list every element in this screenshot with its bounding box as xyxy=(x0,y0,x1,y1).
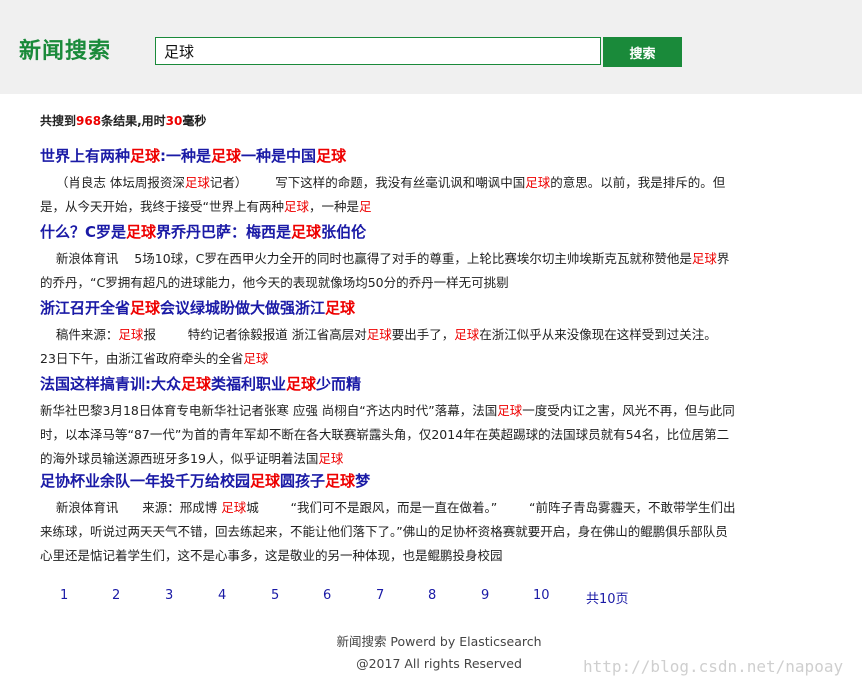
search-button[interactable]: 搜索 xyxy=(603,37,682,67)
result-snippet: 新华社巴黎3月18日体育专电新华社记者张寒 应强 尚栩自“齐达内时代”落幕，法国… xyxy=(40,399,740,471)
result-snippet: 稿件来源：足球报 特约记者徐毅报道 浙江省高层对足球要出手了，足球在浙江似乎从来… xyxy=(40,323,740,371)
title-text: 什么？C罗是 xyxy=(40,223,127,241)
result-title-link[interactable]: 足协杯业余队一年投千万给校园足球圆孩子足球梦 xyxy=(40,471,740,491)
keyword-highlight: 足球 xyxy=(291,223,322,241)
page-link-10[interactable]: 10 xyxy=(533,588,550,603)
result-item: 世界上有两种足球:一种是足球一种是中国足球 （肖良志 体坛周报资深足球记者） 写… xyxy=(40,146,740,219)
page-link-2[interactable]: 2 xyxy=(112,588,120,603)
title-text: 圆孩子 xyxy=(280,472,326,490)
keyword-highlight: 足 xyxy=(359,199,372,214)
title-text: 法国这样搞青训:大众 xyxy=(40,375,181,393)
search-input[interactable] xyxy=(155,37,601,65)
snippet-text: （肖良志 体坛周报资深 xyxy=(40,175,185,190)
snippet-text: 要出手了， xyxy=(391,327,455,342)
keyword-highlight: 足球 xyxy=(325,472,356,490)
result-snippet: 新浪体育讯 5场10球，C罗在西甲火力全开的同时也赢得了对手的尊重，上轮比赛埃尔… xyxy=(40,247,740,295)
title-text: 梦 xyxy=(355,472,371,490)
page-link-9[interactable]: 9 xyxy=(481,588,489,603)
keyword-highlight: 足球 xyxy=(181,375,212,393)
keyword-highlight: 足球 xyxy=(126,223,157,241)
result-item: 法国这样搞青训:大众足球类福利职业足球少而精 新华社巴黎3月18日体育专电新华社记… xyxy=(40,374,740,471)
elapsed-time: 30 xyxy=(165,114,183,128)
result-item: 什么？C罗是足球界乔丹巴萨：梅西是足球张伯伦 新浪体育讯 5场10球，C罗在西甲… xyxy=(40,222,740,295)
keyword-highlight: 足球 xyxy=(283,199,309,214)
keyword-highlight: 足球 xyxy=(325,299,356,317)
result-title-link[interactable]: 法国这样搞青训:大众足球类福利职业足球少而精 xyxy=(40,374,740,394)
keyword-highlight: 足球 xyxy=(184,175,210,190)
page-link-5[interactable]: 5 xyxy=(271,588,279,603)
snippet-text: ，一种是 xyxy=(309,199,360,214)
result-title-link[interactable]: 世界上有两种足球:一种是足球一种是中国足球 xyxy=(40,146,740,166)
watermark: http://blog.csdn.net/napoay xyxy=(583,657,844,676)
snippet-text: 新华社巴黎3月18日体育专电新华社记者张寒 应强 尚栩自“齐达内时代”落幕，法国 xyxy=(40,403,498,418)
title-text: 类福利职业 xyxy=(211,375,287,393)
title-text: 世界上有两种 xyxy=(40,147,131,165)
summary-prefix: 共搜到 xyxy=(40,114,77,128)
title-text: 一种是中国 xyxy=(241,147,317,165)
header-bar: 新闻搜索 搜索 xyxy=(0,0,862,94)
result-title-link[interactable]: 什么？C罗是足球界乔丹巴萨：梅西是足球张伯伦 xyxy=(40,222,740,242)
keyword-highlight: 足球 xyxy=(525,175,551,190)
result-summary: 共搜到968条结果,用时30毫秒 xyxy=(40,112,206,129)
title-text: 少而精 xyxy=(316,375,362,393)
keyword-highlight: 足球 xyxy=(316,147,347,165)
keyword-highlight: 足球 xyxy=(221,500,247,515)
title-text: 界乔丹巴萨：梅西是 xyxy=(156,223,292,241)
title-text: 会议绿城盼做大做强浙江 xyxy=(160,299,326,317)
summary-suffix: 毫秒 xyxy=(182,114,207,128)
keyword-highlight: 足球 xyxy=(250,472,281,490)
snippet-text: 新浪体育讯 5场10球，C罗在西甲火力全开的同时也赢得了对手的尊重，上轮比赛埃尔… xyxy=(40,251,692,266)
keyword-highlight: 足球 xyxy=(130,299,161,317)
title-text: 足协杯业余队一年投千万给校园 xyxy=(40,472,251,490)
summary-middle: 条结果,用时 xyxy=(101,114,166,128)
page-total: 共10页 xyxy=(586,592,629,607)
title-text: 张伯伦 xyxy=(321,223,367,241)
snippet-text: 记者） 写下这样的命题，我没有丝毫讥讽和嘲讽中国 xyxy=(209,175,526,190)
page-link-6[interactable]: 6 xyxy=(323,588,331,603)
page-link-4[interactable]: 4 xyxy=(218,588,226,603)
result-count: 968 xyxy=(76,114,102,128)
keyword-highlight: 足球 xyxy=(118,327,144,342)
keyword-highlight: 足球 xyxy=(497,403,523,418)
keyword-highlight: 足球 xyxy=(318,451,344,466)
keyword-highlight: 足球 xyxy=(243,351,269,366)
result-item: 足协杯业余队一年投千万给校园足球圆孩子足球梦 新浪体育讯 来源：邢成博 足球城 … xyxy=(40,471,740,568)
keyword-highlight: 足球 xyxy=(130,147,161,165)
snippet-text: 新浪体育讯 来源：邢成博 xyxy=(40,500,222,515)
result-snippet: （肖良志 体坛周报资深足球记者） 写下这样的命题，我没有丝毫讥讽和嘲讽中国足球的… xyxy=(40,171,740,219)
title-text: 浙江召开全省 xyxy=(40,299,131,317)
title-text: :一种是 xyxy=(160,147,212,165)
snippet-text: 稿件来源： xyxy=(40,327,119,342)
result-snippet: 新浪体育讯 来源：邢成博 足球城 “我们可不是跟风，而是一直在做着。” “前阵子… xyxy=(40,496,740,568)
page-link-3[interactable]: 3 xyxy=(165,588,173,603)
page-link-1[interactable]: 1 xyxy=(60,588,68,603)
page-link-8[interactable]: 8 xyxy=(428,588,436,603)
keyword-highlight: 足球 xyxy=(366,327,392,342)
keyword-highlight: 足球 xyxy=(454,327,480,342)
snippet-text: 报 特约记者徐毅报道 浙江省高层对 xyxy=(143,327,367,342)
page-link-7[interactable]: 7 xyxy=(376,588,384,603)
keyword-highlight: 足球 xyxy=(211,147,242,165)
footer-powered-by: 新闻搜索 Powerd by Elasticsearch xyxy=(336,634,542,649)
site-logo[interactable]: 新闻搜索 xyxy=(19,33,111,65)
keyword-highlight: 足球 xyxy=(286,375,317,393)
keyword-highlight: 足球 xyxy=(691,251,717,266)
result-title-link[interactable]: 浙江召开全省足球会议绿城盼做大做强浙江足球 xyxy=(40,298,740,318)
result-item: 浙江召开全省足球会议绿城盼做大做强浙江足球 稿件来源：足球报 特约记者徐毅报道 … xyxy=(40,298,740,371)
